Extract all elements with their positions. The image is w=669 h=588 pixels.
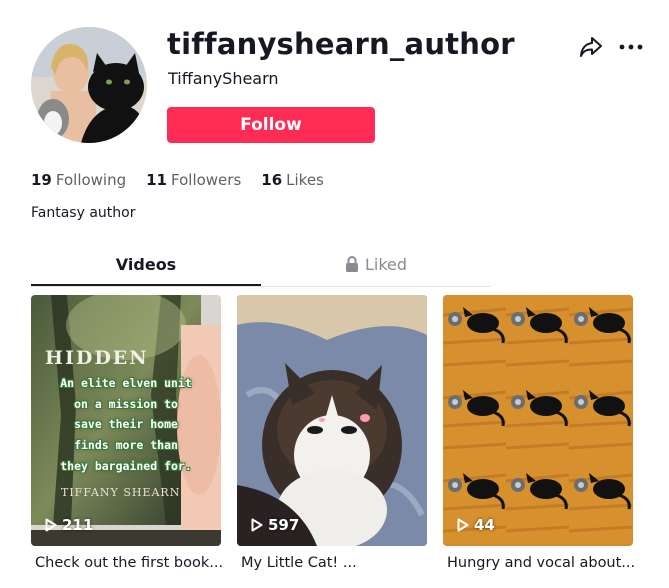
- tab-label: Liked: [364, 255, 408, 274]
- overlay-line: finds more than: [74, 438, 178, 453]
- play-icon: [251, 518, 263, 532]
- overlay-line: save their home: [74, 417, 178, 432]
- view-count-text: 211: [62, 516, 94, 534]
- stat-label: Followers: [171, 171, 242, 189]
- video-caption[interactable]: Hungry and vocal about...: [447, 555, 637, 571]
- avatar-image: [31, 27, 147, 143]
- share-icon: [580, 37, 602, 57]
- nickname: TiffanyShearn: [168, 69, 279, 88]
- view-count: 597: [251, 516, 299, 534]
- overlay-line: on a mission to: [74, 396, 178, 411]
- play-icon: [457, 518, 469, 532]
- username: tiffanyshearn_author: [167, 27, 515, 61]
- overlay-line: they bargained for.: [60, 458, 192, 473]
- video-thumbnail: [237, 295, 427, 546]
- video-card[interactable]: HIDDEN An elite elven unit on a mission …: [31, 295, 221, 546]
- more-icon: [619, 44, 643, 50]
- profile-stats: 19 Following 11 Followers 16 Likes: [31, 171, 344, 189]
- view-count: 44: [457, 516, 495, 534]
- stat-likes: 16 Likes: [261, 171, 324, 189]
- avatar: [31, 27, 147, 143]
- stat-following[interactable]: 19 Following: [31, 171, 126, 189]
- lock-icon: [345, 256, 358, 272]
- tab-label: Videos: [115, 255, 177, 274]
- overlay-line: An elite elven unit: [60, 376, 192, 390]
- view-count-text: 597: [268, 516, 300, 534]
- view-count-text: 44: [474, 516, 495, 534]
- view-count: 211: [45, 516, 93, 534]
- book-author: TIFFANY SHEARN: [61, 486, 181, 499]
- tab-divider: [31, 286, 491, 287]
- stat-count: 19: [31, 171, 52, 189]
- more-button[interactable]: [618, 34, 644, 60]
- stat-label: Likes: [286, 171, 324, 189]
- stat-count: 11: [146, 171, 167, 189]
- video-caption[interactable]: My Little Cat! ...: [241, 555, 431, 571]
- bio: Fantasy author: [31, 205, 136, 221]
- tab-liked[interactable]: Liked: [261, 255, 491, 285]
- video-thumbnail: [443, 295, 633, 546]
- tab-videos[interactable]: Videos: [31, 255, 261, 285]
- stat-followers[interactable]: 11 Followers: [146, 171, 241, 189]
- video-overlay-text: An elite elven unit on a mission to save…: [45, 373, 207, 477]
- book-title: HIDDEN: [45, 347, 149, 369]
- stat-label: Following: [55, 171, 127, 189]
- follow-button[interactable]: Follow: [167, 107, 375, 143]
- video-caption[interactable]: Check out the first book...: [35, 555, 225, 571]
- video-card[interactable]: 597: [237, 295, 427, 546]
- play-icon: [45, 518, 57, 532]
- profile-tabs: Videos Liked: [31, 255, 491, 287]
- share-button[interactable]: [578, 34, 604, 60]
- video-card[interactable]: 44: [443, 295, 633, 546]
- stat-count: 16: [261, 171, 283, 189]
